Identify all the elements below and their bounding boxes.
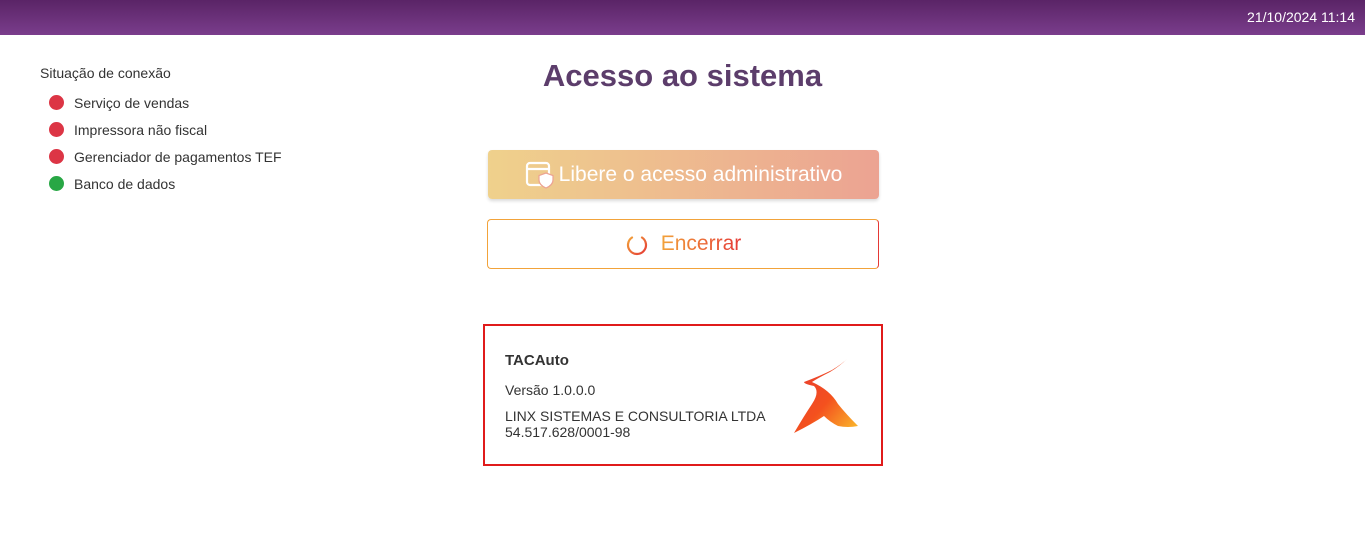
page-title: Acesso ao sistema (542, 58, 823, 93)
status-dot-offline (49, 122, 64, 137)
power-icon (625, 232, 649, 256)
admin-access-label: Libere o acesso administrativo (558, 162, 843, 186)
status-label: Gerenciador de pagamentos TEF (74, 148, 282, 165)
status-dot-online (49, 176, 64, 191)
shield-window-icon (525, 160, 555, 190)
connection-status-list: Serviço de vendas Impressora não fiscal … (40, 89, 340, 197)
status-item-database: Banco de dados (40, 170, 340, 197)
status-dot-offline (49, 149, 64, 164)
status-item-printer: Impressora não fiscal (40, 116, 340, 143)
about-info-box: TACAuto Versão 1.0.0.0 LINX SISTEMAS E C… (483, 324, 883, 466)
app-version: Versão 1.0.0.0 (505, 382, 596, 398)
status-label: Impressora não fiscal (74, 121, 208, 138)
close-button[interactable]: Encerrar (487, 219, 879, 269)
linx-logo (790, 356, 860, 441)
company-name: LINX SISTEMAS E CONSULTORIA LTDA (505, 408, 766, 424)
company-info: LINX SISTEMAS E CONSULTORIA LTDA 54.517.… (505, 408, 766, 440)
status-label: Banco de dados (74, 175, 176, 192)
app-name: TACAuto (505, 352, 569, 369)
status-dot-offline (49, 95, 64, 110)
top-bar: 21/10/2024 11:14 (0, 0, 1365, 35)
close-label: Encerrar (660, 232, 742, 255)
status-item-tef-manager: Gerenciador de pagamentos TEF (40, 143, 340, 170)
admin-access-button[interactable]: Libere o acesso administrativo (488, 150, 879, 199)
company-cnpj: 54.517.628/0001-98 (505, 424, 631, 440)
status-label: Serviço de vendas (74, 94, 190, 111)
datetime-display: 21/10/2024 11:14 (1247, 9, 1355, 25)
